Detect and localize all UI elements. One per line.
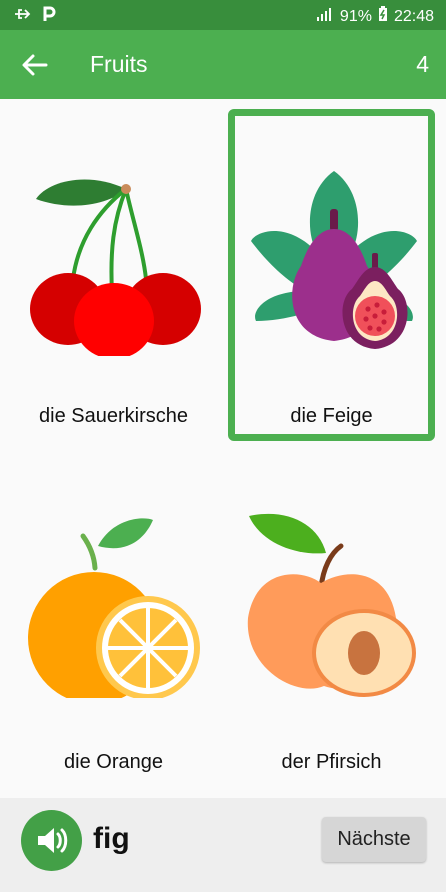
status-bar: 91% 22:48: [0, 0, 446, 30]
peach-icon: [247, 513, 416, 697]
card-sauerkirsche[interactable]: die Sauerkirsche: [10, 109, 217, 441]
card-label: der Pfirsich: [281, 751, 382, 773]
card-grid: die Sauerkirsche die Feige die Orange de…: [0, 99, 446, 798]
usb-icon: [14, 7, 32, 26]
page-title: Fruits: [90, 51, 148, 77]
signal-icon: [316, 7, 334, 26]
card-label: die Sauerkirsche: [39, 405, 188, 427]
translation-word: fig: [93, 822, 130, 855]
battery-percent: 91%: [339, 7, 372, 25]
speaker-icon[interactable]: [21, 810, 82, 871]
card-label: die Feige: [290, 405, 373, 427]
clock: 22:48: [393, 7, 434, 25]
card-feige[interactable]: die Feige: [228, 109, 435, 441]
fig-icon: [251, 171, 417, 349]
next-button[interactable]: Nächste: [322, 817, 426, 862]
arrow-left-icon[interactable]: [20, 50, 50, 80]
bottom-bar: fig Nächste: [0, 798, 446, 892]
card-label: die Orange: [64, 751, 163, 773]
item-count: 4: [416, 51, 429, 77]
orange-icon: [28, 518, 200, 698]
card-orange[interactable]: die Orange: [10, 453, 217, 785]
app-bar: Fruits 4: [0, 30, 446, 99]
battery-icon: [378, 6, 388, 27]
card-pfirsich[interactable]: der Pfirsich: [228, 453, 435, 785]
p-icon: [42, 6, 56, 27]
cherry-icon: [30, 179, 201, 356]
